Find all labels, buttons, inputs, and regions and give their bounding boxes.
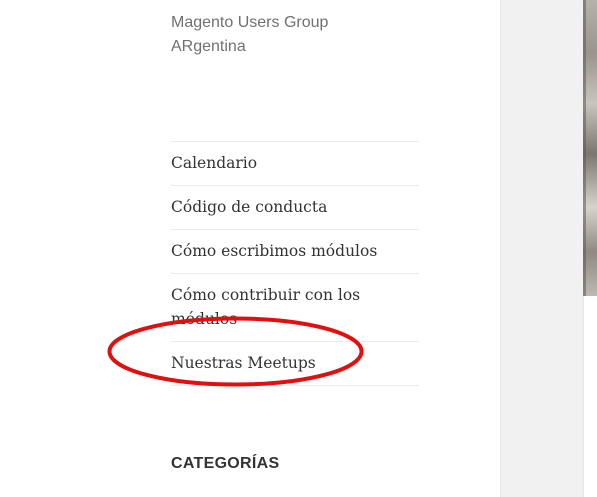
content-area [501,0,583,497]
content-card-edge [583,296,597,497]
menu-item-como-contribuir[interactable]: Cómo contribuir con los módulos [171,274,419,342]
menu-item-como-escribimos-modulos[interactable]: Cómo escribimos módulos [171,230,419,274]
menu-link-nuestras-meetups[interactable]: Nuestras Meetups [171,354,316,372]
menu-item-calendario[interactable]: Calendario [171,142,419,186]
site-description: Magento Users Group ARgentina [171,14,329,55]
menu-link-como-escribimos-modulos[interactable]: Cómo escribimos módulos [171,242,377,260]
menu-item-codigo-de-conducta[interactable]: Código de conducta [171,186,419,230]
sidebar: Magento Magento Users Group ARgentina Ca… [0,0,501,497]
main-menu: Calendario Código de conducta Cómo escri… [171,141,419,386]
menu-link-como-contribuir[interactable]: Cómo contribuir con los módulos [171,286,360,328]
categories-widget-title: CATEGORÍAS [171,455,280,472]
featured-image-shadow [583,0,586,296]
menu-item-nuestras-meetups[interactable]: Nuestras Meetups [171,342,419,386]
menu-link-codigo-de-conducta[interactable]: Código de conducta [171,198,327,216]
page: Magento Magento Users Group ARgentina Ca… [0,0,597,497]
menu-link-calendario[interactable]: Calendario [171,154,257,172]
